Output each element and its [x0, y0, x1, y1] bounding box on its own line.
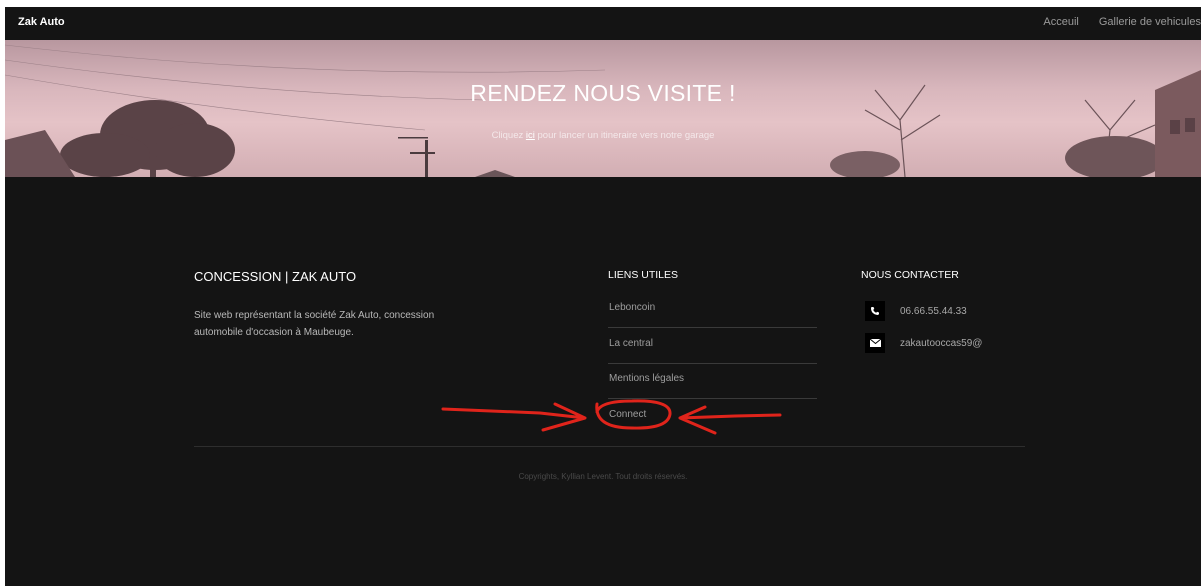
hero-title: RENDEZ NOUS VISITE !	[470, 80, 736, 106]
link-divider	[608, 398, 817, 399]
itinerary-link[interactable]: ici	[526, 130, 535, 141]
nav-links: Acceuil Gallerie de vehicules	[1043, 16, 1201, 28]
brand-logo[interactable]: Zak Auto	[18, 16, 65, 28]
contact-email: zakautooccas59@	[865, 333, 982, 353]
about-text: Site web représentant la société Zak Aut…	[194, 310, 435, 338]
hero-banner: RENDEZ NOUS VISITE ! Cliquez ici pour la…	[5, 40, 1201, 177]
footer-link-la-central[interactable]: La central	[608, 338, 817, 373]
link-divider	[608, 327, 817, 328]
footer-link-label: Leboncoin	[609, 302, 656, 313]
footer-link-mentions-legales[interactable]: Mentions légales	[608, 373, 817, 408]
footer-link-label: Connect	[609, 409, 647, 420]
page-frame: Zak Auto Acceuil Gallerie de vehicules R…	[5, 7, 1201, 586]
contact-title: NOUS CONTACTER	[861, 269, 959, 281]
contact-phone: 06.66.55.44.33	[865, 301, 967, 321]
envelope-icon	[865, 333, 885, 353]
footer-link-label: Mentions légales	[609, 373, 685, 384]
phone-icon	[865, 301, 885, 321]
email-address[interactable]: zakautooccas59@	[900, 338, 982, 349]
hero-background-photo	[5, 44, 1201, 177]
hero-subtitle-before: Cliquez	[491, 130, 526, 141]
hero-subtitle: Cliquez ici pour lancer un itineraire ve…	[5, 130, 1201, 141]
navbar: Zak Auto Acceuil Gallerie de vehicules	[5, 7, 1201, 40]
footer-divider	[194, 446, 1025, 447]
phone-number[interactable]: 06.66.55.44.33	[900, 306, 967, 317]
nav-link-gallerie[interactable]: Gallerie de vehicules	[1099, 16, 1201, 28]
about-title: CONCESSION | ZAK AUTO	[194, 269, 357, 284]
footer-link-label: La central	[609, 338, 653, 349]
hero-subtitle-after: pour lancer un itineraire vers notre gar…	[534, 130, 715, 141]
links-title: LIENS UTILES	[608, 269, 679, 281]
nav-link-accueil[interactable]: Acceuil	[1043, 16, 1078, 28]
copyright-text: Copyrights, Kyllian Levent. Tout droits …	[518, 472, 688, 481]
link-divider	[608, 363, 817, 364]
footer-link-leboncoin[interactable]: Leboncoin	[608, 302, 817, 337]
footer-link-connect[interactable]: Connect	[608, 409, 817, 444]
